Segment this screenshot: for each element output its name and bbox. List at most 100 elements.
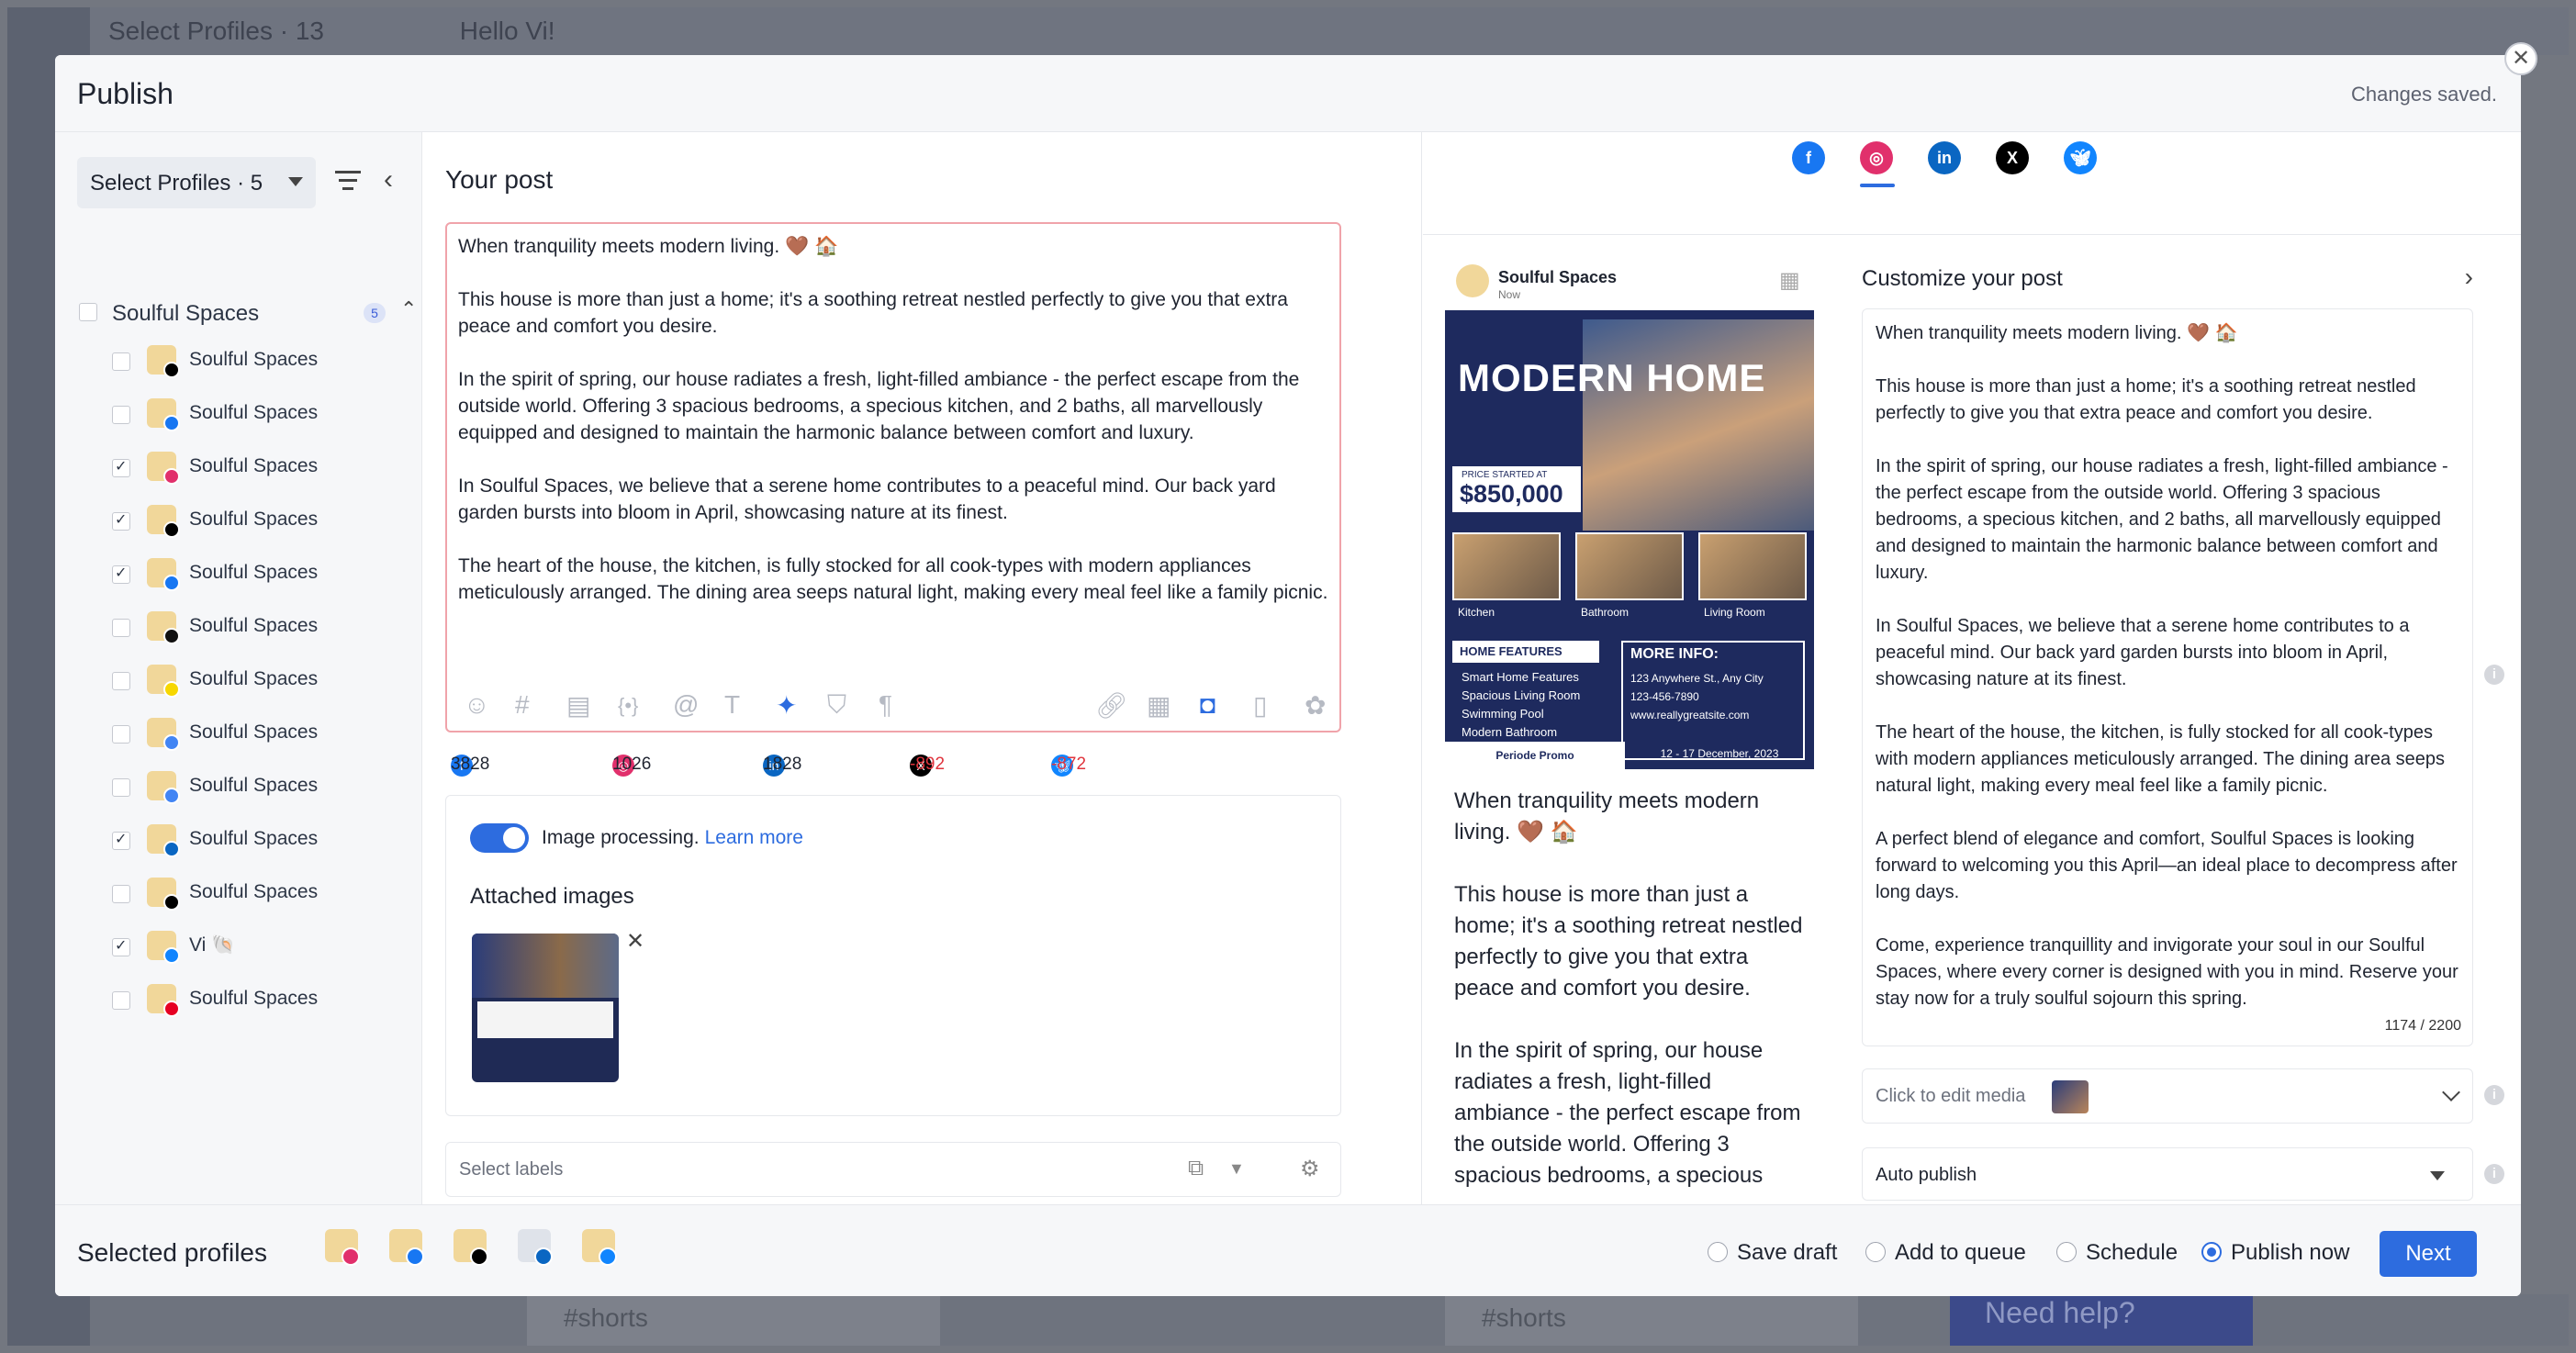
tab-instagram-icon[interactable]: ◎ xyxy=(1860,141,1893,174)
hashtag-icon[interactable]: # xyxy=(515,690,530,720)
auto-publish-select[interactable]: Auto publish xyxy=(1862,1147,2473,1201)
ai-magic-wand-icon[interactable]: ✦ xyxy=(776,690,797,721)
paragraph-icon[interactable]: ¶ xyxy=(879,690,892,720)
copy-icon[interactable]: ⧉ xyxy=(1188,1156,1204,1181)
document-icon[interactable]: ▯ xyxy=(1253,690,1267,721)
filter-icon[interactable] xyxy=(334,171,362,193)
tab-x-icon[interactable]: X xyxy=(1996,141,2029,174)
edit-media-dropdown[interactable]: Click to edit media xyxy=(1862,1068,2473,1124)
camera-icon[interactable]: ◘ xyxy=(1200,690,1215,720)
radio-button-selected[interactable] xyxy=(2201,1241,2222,1262)
profile-item[interactable]: Soulful Spaces xyxy=(55,984,358,1017)
radio-button[interactable] xyxy=(2056,1241,2077,1262)
profile-item[interactable]: Vi 🐚 xyxy=(55,931,358,964)
active-tab-indicator xyxy=(1860,184,1895,187)
emoji-icon[interactable]: ☺ xyxy=(464,690,490,720)
profile-checkbox[interactable] xyxy=(112,510,130,531)
variable-icon[interactable]: {•} xyxy=(618,694,638,718)
profile-checkbox[interactable] xyxy=(112,936,130,956)
room-photo xyxy=(1698,532,1807,600)
text-block-icon[interactable]: ▤ xyxy=(566,690,590,721)
facebook-icon xyxy=(406,1247,424,1266)
profile-checkbox[interactable] xyxy=(112,352,130,371)
tab-linkedin-icon[interactable]: in xyxy=(1928,141,1961,174)
selected-profile-avatar[interactable] xyxy=(518,1229,558,1269)
add-to-queue-option[interactable]: Add to queue xyxy=(1865,1240,2026,1266)
save-draft-option[interactable]: Save draft xyxy=(1708,1240,1837,1266)
close-icon[interactable]: ✕ xyxy=(2504,42,2537,75)
profile-item[interactable]: Soulful Spaces xyxy=(55,398,358,431)
profile-checkbox[interactable] xyxy=(112,778,130,797)
customize-panel: Customize your post › When tranquility m… xyxy=(1862,252,2504,1206)
preview-paragraph: This house is more than just a home; it'… xyxy=(1454,882,1803,1001)
text-format-icon[interactable]: T xyxy=(724,690,740,720)
tab-facebook-icon[interactable]: f xyxy=(1792,141,1825,174)
count-value: 1026 xyxy=(612,755,652,774)
chevron-left-icon[interactable]: ‹ xyxy=(384,166,406,195)
profile-checkbox[interactable] xyxy=(112,830,130,850)
remove-image-icon[interactable]: ✕ xyxy=(626,928,644,955)
caret-down-icon[interactable]: ▼ xyxy=(1228,1159,1245,1179)
image-processing-label: Image processing. xyxy=(542,827,700,848)
custom-post-editor[interactable]: When tranquility meets modern living. 🤎 … xyxy=(1862,308,2473,1046)
profile-item[interactable]: Soulful Spaces xyxy=(55,505,358,538)
profile-item[interactable]: Soulful Spaces xyxy=(55,878,358,911)
profile-checkbox[interactable] xyxy=(112,991,130,1010)
profile-checkbox[interactable] xyxy=(112,564,130,584)
info-icon[interactable]: i xyxy=(2484,1085,2504,1105)
gif-icon[interactable]: ▦ xyxy=(1147,690,1170,721)
profile-item[interactable]: Soulful Spaces xyxy=(55,611,358,644)
profile-checkbox[interactable] xyxy=(112,885,130,903)
selected-profile-avatar[interactable] xyxy=(325,1229,365,1269)
schedule-option[interactable]: Schedule xyxy=(2056,1240,2178,1266)
attached-image-thumbnail[interactable] xyxy=(472,934,619,1082)
learn-more-link[interactable]: Learn more xyxy=(705,827,803,848)
info-icon[interactable]: i xyxy=(2484,665,2504,685)
chevron-up-icon[interactable]: ⌃ xyxy=(400,297,417,321)
grid-icon[interactable]: ▦ xyxy=(1779,268,1805,294)
profile-checkbox[interactable] xyxy=(112,619,130,637)
selected-profile-avatar[interactable] xyxy=(454,1229,494,1269)
profile-item[interactable]: Soulful Spaces xyxy=(55,824,358,857)
profile-checkbox[interactable] xyxy=(112,457,130,477)
info-icon[interactable]: i xyxy=(2484,1164,2504,1184)
selected-profile-avatar[interactable] xyxy=(389,1229,430,1269)
count-value: -892 xyxy=(910,755,946,774)
edit-media-label: Click to edit media xyxy=(1876,1086,2026,1106)
post-editor[interactable]: When tranquility meets modern living. 🤎 … xyxy=(445,222,1341,732)
shield-icon[interactable]: ⛉ xyxy=(827,690,846,721)
instagram-icon xyxy=(342,1247,360,1266)
publish-now-option[interactable]: Publish now xyxy=(2201,1240,2349,1266)
profile-item[interactable]: Soulful Spaces xyxy=(55,665,358,698)
preview-paragraph: In the spirit of spring, our house radia… xyxy=(1454,1038,1801,1188)
chevron-right-icon[interactable]: › xyxy=(2465,263,2473,292)
profile-checkbox[interactable] xyxy=(112,672,130,690)
mention-icon[interactable]: @ xyxy=(673,690,699,720)
profile-item[interactable]: Soulful Spaces xyxy=(55,345,358,378)
gear-icon[interactable]: ⚙ xyxy=(1300,1156,1320,1182)
profile-item[interactable]: Soulful Spaces xyxy=(55,558,358,591)
selected-profile-avatar[interactable] xyxy=(582,1229,622,1269)
profile-item[interactable]: Soulful Spaces xyxy=(55,718,358,751)
profile-label: Soulful Spaces xyxy=(189,721,319,743)
image-processing-toggle[interactable] xyxy=(470,823,529,853)
profile-checkbox[interactable] xyxy=(112,725,130,744)
room-photos xyxy=(1452,532,1807,600)
profile-item[interactable]: Soulful Spaces xyxy=(55,452,358,485)
image-headline: MODERN HOME xyxy=(1458,356,1766,399)
radio-button[interactable] xyxy=(1708,1241,1728,1262)
labels-field[interactable]: Select labels ⧉ ▼ ⚙ xyxy=(445,1142,1341,1197)
profile-item[interactable]: Soulful Spaces xyxy=(55,771,358,804)
custom-paragraph: The heart of the house, the kitchen, is … xyxy=(1876,722,2445,796)
features-title: HOME FEATURES xyxy=(1452,641,1599,663)
next-button[interactable]: Next xyxy=(2380,1231,2477,1277)
option-label: Publish now xyxy=(2231,1240,2350,1265)
tab-bluesky-icon[interactable]: 🦋︎ xyxy=(2064,141,2097,174)
link-icon[interactable]: 🔗︎ xyxy=(1095,690,1128,721)
select-profiles-dropdown[interactable]: Select Profiles · 5 xyxy=(77,157,316,208)
profile-group[interactable]: Soulful Spaces 5 ⌃ xyxy=(79,297,417,329)
profile-checkbox[interactable] xyxy=(112,406,130,424)
group-checkbox[interactable] xyxy=(79,303,97,321)
radio-button[interactable] xyxy=(1865,1241,1886,1262)
canva-icon[interactable]: ✿ xyxy=(1305,690,1326,721)
